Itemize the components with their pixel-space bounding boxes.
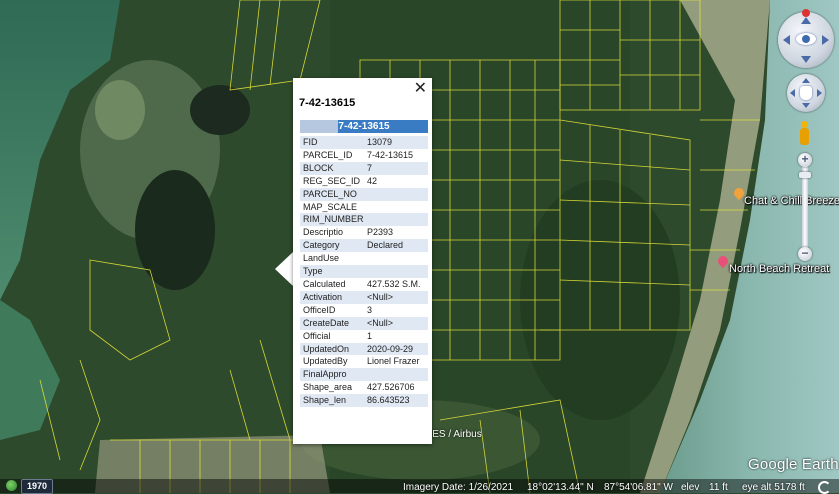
chevron-down-icon[interactable] <box>801 56 811 63</box>
pegman-icon[interactable] <box>799 121 809 145</box>
chevron-down-icon[interactable] <box>802 103 810 108</box>
chevron-up-icon[interactable] <box>801 17 811 24</box>
attribute-row: Category Declared <box>300 239 428 253</box>
place-label-north-beach[interactable]: North Beach Retreat <box>729 263 829 275</box>
hand-icon <box>800 86 812 100</box>
year-badge[interactable]: 1970 <box>21 479 54 494</box>
attribute-key: Shape_len <box>303 395 347 406</box>
eye-icon <box>796 33 816 45</box>
attribute-key: LandUse <box>303 253 340 264</box>
attribute-key: Type <box>303 266 323 277</box>
attribute-row: LandUse <box>300 252 428 265</box>
attribute-key: MAP_SCALE <box>303 201 358 212</box>
attribute-value <box>364 188 428 201</box>
attribute-key: BLOCK <box>303 162 334 173</box>
attribute-value: 3 <box>367 304 373 315</box>
attribute-key: FID <box>303 137 318 147</box>
latitude-readout: 18°02'13.44" N <box>527 482 594 493</box>
attribute-key: Official <box>303 330 331 341</box>
attribute-value: 86.643523 <box>367 395 410 406</box>
imagery-copyright: NES / Airbus <box>425 429 482 440</box>
attribute-key: Shape_area <box>303 382 353 393</box>
attribute-row: Activation <Null> <box>300 290 428 304</box>
chevron-up-icon[interactable] <box>802 78 810 83</box>
attribute-value: 42 <box>367 175 378 186</box>
longitude-readout: 87°54'06.81" W <box>604 482 673 493</box>
chevron-right-icon[interactable] <box>817 89 822 97</box>
attribute-row: Official 1 <box>300 330 428 343</box>
attribute-row: Shape_len 86.643523 <box>300 394 428 408</box>
attribute-key: OfficeID <box>303 304 336 315</box>
attribute-row: OfficeID 3 <box>300 304 428 317</box>
attribute-value: 7 <box>367 162 373 173</box>
attribute-key: FinalAppro <box>303 369 347 380</box>
attribute-key: REG_SEC_ID <box>303 175 361 186</box>
attribute-value: <Null> <box>367 291 394 302</box>
attribute-key: PARCEL_ID <box>303 149 353 160</box>
zoom-in-button[interactable]: + <box>798 153 812 167</box>
attribute-row: PARCEL_ID 7-42-13615 <box>300 149 428 162</box>
attribute-row: Descriptio P2393 <box>300 226 428 239</box>
attribute-value: Declared <box>367 240 404 251</box>
attribute-row: FID 13079 <box>300 136 428 149</box>
attribute-key: Category <box>303 240 340 251</box>
attribute-row: MAP_SCALE <box>300 201 428 214</box>
attribute-table: FID 13079 PARCEL_ID 7-42-13615 BLOCK 7 REG_SEC… <box>300 136 428 408</box>
popup-tail <box>275 252 293 286</box>
attribute-value <box>364 201 428 214</box>
attribute-value: 1 <box>367 330 373 341</box>
attribute-value: 427.532 S.M. <box>367 278 421 289</box>
attribute-key: RIM_NUMBER <box>303 214 364 225</box>
attribute-row: BLOCK 7 <box>300 161 428 175</box>
chevron-left-icon[interactable] <box>783 35 790 45</box>
compass-north-icon[interactable] <box>802 9 810 17</box>
zoom-out-button[interactable]: − <box>798 247 812 261</box>
loading-spinner-icon <box>818 481 831 494</box>
chevron-right-icon[interactable] <box>822 35 829 45</box>
close-icon[interactable]: ✕ <box>414 79 427 97</box>
attribute-value <box>364 368 428 381</box>
google-earth-logo: Google Earth <box>748 456 839 473</box>
imagery-date: Imagery Date: 1/26/2021 <box>403 482 514 493</box>
chevron-left-icon[interactable] <box>790 89 795 97</box>
attribute-key: Descriptio <box>303 227 344 238</box>
attribute-row: Shape_area 427.526706 <box>300 381 428 394</box>
elevation-value: 11 ft <box>709 482 728 493</box>
attribute-row: RIM_NUMBER <box>300 213 428 227</box>
attribute-key: CreateDate <box>303 317 350 328</box>
place-label-chat-chill[interactable]: Chat & Chill Breeze <box>744 195 839 207</box>
attribute-row: CreateDate <Null> <box>300 316 428 330</box>
attribute-row: Type <box>300 265 428 278</box>
attribute-row: UpdatedOn 2020-09-29 <box>300 342 428 356</box>
popup-table-header: 7-42-13615 <box>300 120 428 133</box>
attribute-value <box>364 213 428 226</box>
attribute-value: P2393 <box>367 227 394 238</box>
parcel-info-popup: ✕ 7-42-13615 7-42-13615 FID 13079 PARCEL_I… <box>293 78 432 444</box>
attribute-value <box>364 252 428 265</box>
attribute-value: <Null> <box>367 317 394 328</box>
attribute-row: UpdatedBy Lionel Frazer <box>300 355 428 368</box>
popup-title: 7-42-13615 <box>299 97 356 109</box>
eye-altitude: eye alt 5178 ft <box>742 482 805 493</box>
attribute-row: Calculated 427.532 S.M. <box>300 278 428 291</box>
attribute-value <box>364 265 428 278</box>
attribute-key: UpdatedOn <box>303 343 350 354</box>
elevation-label: elev <box>681 482 700 493</box>
attribute-key: PARCEL_NO <box>303 188 357 199</box>
attribute-value: Lionel Frazer <box>367 356 420 367</box>
attribute-value: 13079 <box>367 137 393 147</box>
attribute-value: 427.526706 <box>367 382 415 393</box>
attribute-value: 2020-09-29 <box>367 343 414 354</box>
attribute-row: PARCEL_NO <box>300 187 428 201</box>
attribute-row: FinalAppro <box>300 368 428 382</box>
move-control[interactable] <box>787 74 825 112</box>
attribute-key: Calculated <box>303 278 346 289</box>
attribute-key: UpdatedBy <box>303 356 348 367</box>
attribute-key: Activation <box>303 291 343 302</box>
zoom-slider-thumb[interactable] <box>799 172 811 178</box>
look-control[interactable] <box>778 9 834 68</box>
attribute-row: REG_SEC_ID 42 <box>300 175 428 188</box>
attribute-value: 7-42-13615 <box>367 149 414 160</box>
historical-imagery-icon[interactable] <box>6 480 17 491</box>
